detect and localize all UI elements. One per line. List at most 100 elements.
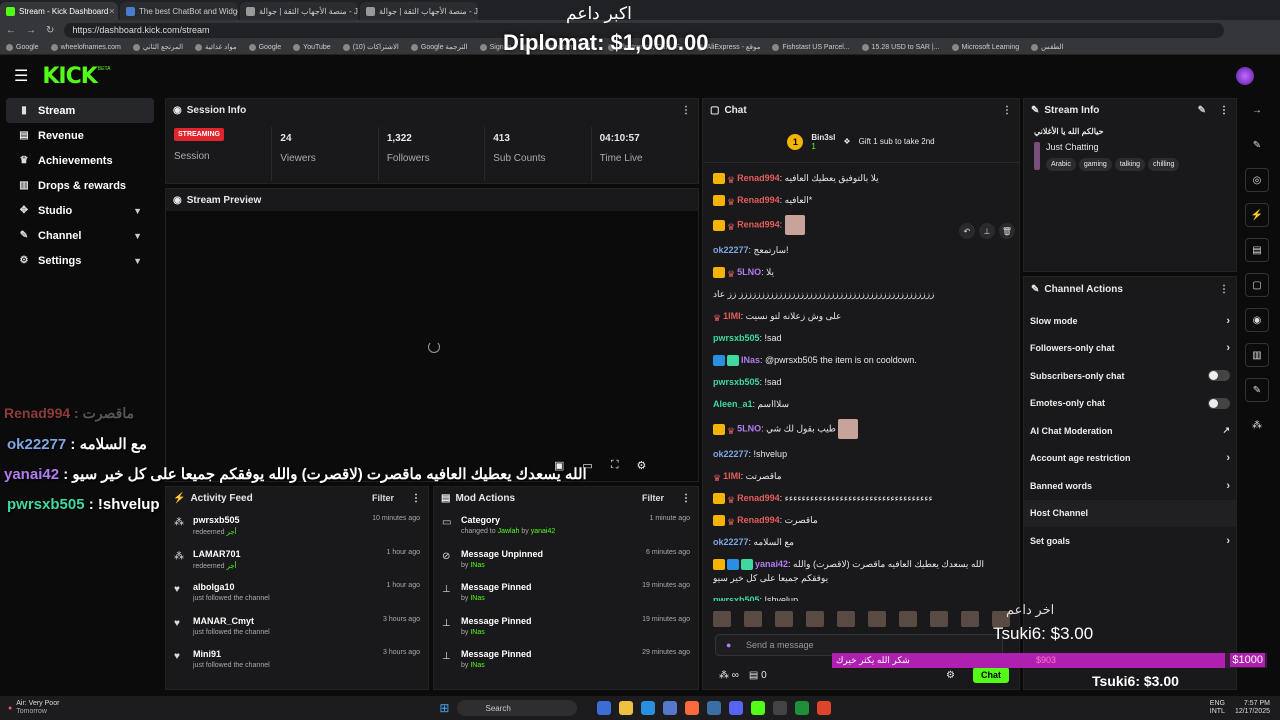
stream-tag[interactable]: chilling <box>1148 158 1180 171</box>
channel-action-item[interactable]: Account age restriction › <box>1024 445 1236 473</box>
filter-button[interactable]: Filter <box>642 493 664 503</box>
bookmark-item[interactable]: wheelofnames.com <box>50 43 121 51</box>
app-icon[interactable] <box>817 701 832 715</box>
sidebar-item-revenue[interactable]: ▤ Revenue <box>6 123 154 148</box>
chat-message[interactable]: pwrsxb505: !shvelup <box>713 593 1009 601</box>
raid-icon[interactable]: ◎ <box>1245 168 1269 192</box>
fullscreen-icon[interactable]: ⛶ <box>611 459 619 472</box>
chat-message[interactable]: ♛ Renad994: العافيه* <box>713 193 1009 207</box>
bookmark-item[interactable]: Google <box>248 43 281 51</box>
bookmark-item[interactable]: الطقس <box>1031 43 1063 51</box>
chat-message[interactable]: ♛ 1IMI: ماقصرتت <box>713 469 1009 483</box>
wrench-icon[interactable]: ✎ <box>1245 378 1269 402</box>
chat-message[interactable]: ♛ Renad994: ماقصرت <box>713 513 1009 527</box>
app-icon[interactable] <box>663 701 678 715</box>
menu-icon[interactable]: ☰ <box>14 66 28 86</box>
bookmark-item[interactable]: الاشتراكات (10) <box>342 43 399 51</box>
weather-widget[interactable]: Air: Very Poor Tomorrow <box>16 700 59 716</box>
bookmark-item[interactable]: مواد غذائية <box>195 43 237 51</box>
chat-send-button[interactable]: Chat <box>973 667 1009 683</box>
close-icon[interactable]: ✕ <box>108 7 115 16</box>
category-name[interactable]: Just Chatting <box>1046 142 1226 152</box>
chat-message[interactable]: Aleen_a1: سلاااسم <box>713 397 1009 411</box>
pinned-leaderboard[interactable]: 1 Bin3sl 1 ❖ Gift 1 sub to take 2nd <box>703 121 1019 163</box>
bookmark-item[interactable]: YouTube <box>293 43 331 51</box>
emote-icon[interactable] <box>868 611 886 627</box>
brave-icon[interactable] <box>685 701 700 715</box>
kick-icon[interactable] <box>751 701 766 715</box>
toggle-switch[interactable] <box>1208 370 1230 382</box>
sidebar-item-achievements[interactable]: ♛ Achievements <box>6 148 154 173</box>
broadcast-icon[interactable]: ◉ <box>1245 308 1269 332</box>
edit-icon[interactable]: ✎ <box>1198 105 1206 116</box>
back-icon[interactable]: ← <box>6 25 16 36</box>
stream-tag[interactable]: Arabic <box>1046 158 1076 171</box>
more-icon[interactable]: ⋮ <box>1219 105 1229 116</box>
browser-tab[interactable]: Stream - Kick Dashboard ✕ <box>0 2 118 20</box>
emote-icon[interactable] <box>744 611 762 627</box>
browser-tab[interactable]: The best ChatBot and Widgets fo✕ <box>120 2 238 20</box>
chat-message[interactable]: INas: @pwrsxb505 the item is on cooldown… <box>713 353 1009 367</box>
delete-icon[interactable]: 🗑 <box>999 223 1015 239</box>
bookmark-item[interactable]: Fishstast US Parcel... <box>772 43 850 51</box>
undo-icon[interactable]: ↶ <box>959 223 975 239</box>
channel-action-item[interactable]: Subscribers-only chat <box>1024 362 1236 390</box>
chat-message[interactable]: ♛ 1IMI: على وش زعلانه لتو نسيت <box>713 309 1009 323</box>
stream-tag[interactable]: gaming <box>1078 158 1112 171</box>
bolt-icon[interactable]: ⚡ <box>1245 203 1269 227</box>
layout-icon[interactable]: ▥ <box>1245 343 1269 367</box>
folder-icon[interactable] <box>619 701 634 715</box>
more-icon[interactable]: ⁂ <box>1245 413 1269 437</box>
emote-icon[interactable] <box>775 611 793 627</box>
collapse-icon[interactable]: → <box>1245 98 1269 122</box>
gift-icon[interactable]: ▤ 0 <box>749 670 767 681</box>
channel-action-item[interactable]: Emotes-only chat <box>1024 390 1236 418</box>
bookmark-item[interactable]: المرتجع الثاني <box>132 43 183 51</box>
sidebar-item-channel[interactable]: ✎ Channel ▼ <box>6 223 154 248</box>
more-icon[interactable]: ⋮ <box>681 105 691 116</box>
avatar[interactable] <box>1236 67 1254 85</box>
taskbar-search[interactable]: Search <box>457 700 578 716</box>
emote-icon[interactable] <box>713 611 731 627</box>
more-icon[interactable]: ⋮ <box>1219 284 1229 295</box>
bookmark-item[interactable]: 15.28 USD to SAR |... <box>861 43 940 51</box>
channel-action-item[interactable]: AI Chat Moderation ↗ <box>1024 417 1236 445</box>
browser-tab[interactable]: منصة الأجهاب الثقة | جوالة - Jawlah✕ <box>360 2 478 20</box>
sidebar-item-drops[interactable]: ▥ Drops & rewards <box>6 173 154 198</box>
chat-message[interactable]: ♛ 5LNO: يلا <box>713 265 1009 279</box>
edge-icon[interactable] <box>641 701 656 715</box>
excel-icon[interactable] <box>795 701 810 715</box>
emote-icon[interactable] <box>899 611 917 627</box>
chat-message[interactable]: ok22277: سارتمعج! <box>713 243 1009 257</box>
bookmark-item[interactable]: Google <box>6 43 39 51</box>
gear-icon[interactable]: ⚙ <box>637 459 647 472</box>
channel-action-item[interactable]: Followers-only chat › <box>1024 335 1236 363</box>
browser-tab[interactable]: منصة الأجهاب الثقة | جوالة - Jawlah✕ <box>240 2 358 20</box>
forward-icon[interactable]: → <box>26 25 36 36</box>
emote-icon[interactable] <box>837 611 855 627</box>
channel-action-item[interactable]: Banned words › <box>1024 472 1236 500</box>
obs-icon[interactable] <box>773 701 788 715</box>
chat-message[interactable]: ♛ Renad994: ءءءءءءءءءءءءءءءءءءءءءءءءءءءءء… <box>713 491 1009 505</box>
stream-tag[interactable]: talking <box>1114 158 1146 171</box>
bookmark-item[interactable]: Google الترجمة <box>410 43 468 51</box>
channel-action-item[interactable]: Set goals › <box>1024 527 1236 555</box>
gear-icon[interactable]: ⚙ <box>946 670 955 681</box>
more-icon[interactable]: ⋮ <box>1002 105 1012 116</box>
sidebar-item-stream[interactable]: ▮ Stream <box>6 98 154 123</box>
chat-icon[interactable]: ▢ <box>1245 273 1269 297</box>
bookmark-item[interactable]: Microsoft Learning <box>951 43 1019 51</box>
discord-icon[interactable] <box>729 701 744 715</box>
emote-icon[interactable] <box>961 611 979 627</box>
emote-icon[interactable] <box>930 611 948 627</box>
chat-message[interactable]: ok22277: مع السلامه <box>713 535 1009 549</box>
chat-message[interactable]: pwrsxb505: !sad <box>713 331 1009 345</box>
notes-icon[interactable]: ▤ <box>1245 238 1269 262</box>
chat-message[interactable]: ♛ Renad994: يلا بالتوفيق يعطيك العافيه <box>713 171 1009 185</box>
edit-icon[interactable]: ✎ <box>1245 133 1269 157</box>
chat-message[interactable]: pwrsxb505: !sad <box>713 375 1009 389</box>
chat-message[interactable]: ok22277: !shvelup <box>713 447 1009 461</box>
language-indicator[interactable]: ENG INTL <box>1210 700 1225 716</box>
start-icon[interactable]: ⊞ <box>439 701 449 715</box>
chat-message[interactable]: yanai42: الله يسعدك يعطيك العافيه ماقصرت… <box>713 557 1009 585</box>
